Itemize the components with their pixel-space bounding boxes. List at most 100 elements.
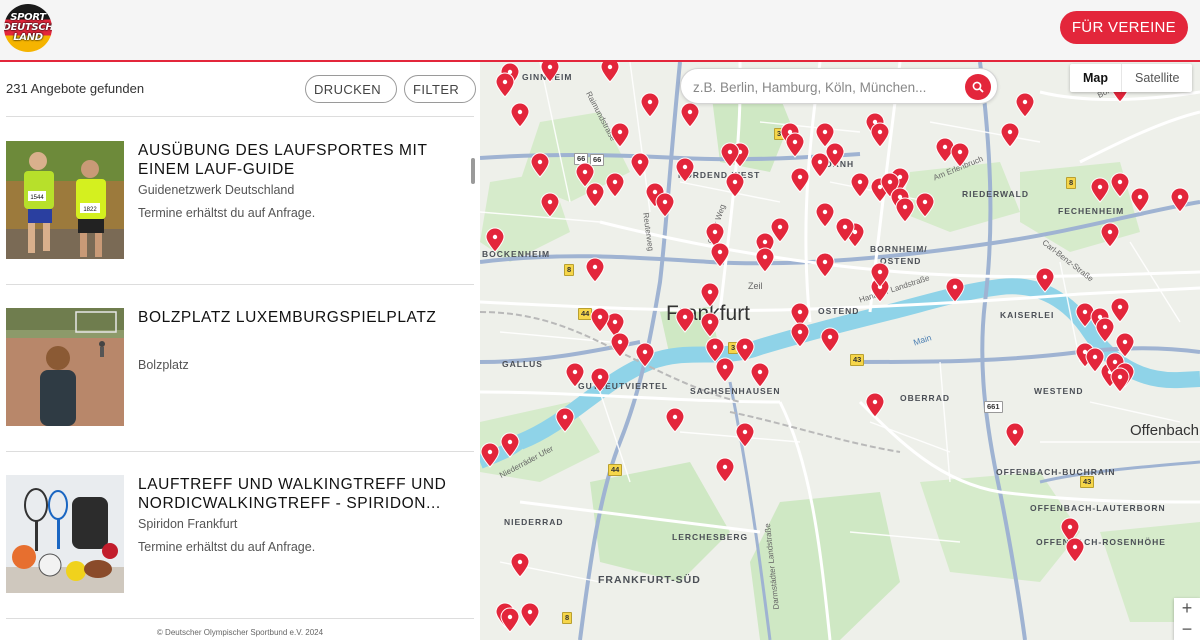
- logo-text: SPORT DEUTSCH LAND: [4, 12, 52, 43]
- location-pin[interactable]: [814, 202, 836, 228]
- search-button[interactable]: [965, 74, 991, 100]
- item-note: Bolzplatz: [138, 358, 189, 372]
- location-pin[interactable]: [814, 252, 836, 278]
- location-pin[interactable]: [714, 457, 736, 483]
- location-pin[interactable]: [629, 152, 651, 178]
- filter-button[interactable]: FILTER: [404, 75, 476, 103]
- location-pin[interactable]: [480, 442, 501, 468]
- location-pin[interactable]: [864, 392, 886, 418]
- location-pin[interactable]: [664, 407, 686, 433]
- location-pin[interactable]: [1109, 172, 1131, 198]
- location-pin[interactable]: [494, 72, 516, 98]
- map-label-fechenheim: FECHENHEIM: [1058, 206, 1125, 216]
- location-pin[interactable]: [769, 217, 791, 243]
- location-pin[interactable]: [869, 262, 891, 288]
- location-pin[interactable]: [609, 332, 631, 358]
- location-pin[interactable]: [1034, 267, 1056, 293]
- location-pin[interactable]: [679, 102, 701, 128]
- location-pin[interactable]: [1089, 177, 1111, 203]
- location-pin[interactable]: [1014, 92, 1036, 118]
- location-pin[interactable]: [824, 142, 846, 168]
- location-pin[interactable]: [554, 407, 576, 433]
- location-pin[interactable]: [509, 552, 531, 578]
- location-pin[interactable]: [734, 422, 756, 448]
- location-pin[interactable]: [539, 62, 561, 83]
- location-pin[interactable]: [834, 217, 856, 243]
- location-pin[interactable]: [869, 122, 891, 148]
- map-label-riederwald: RIEDERWALD: [962, 189, 1029, 199]
- zoom-out-button[interactable]: −: [1174, 619, 1200, 640]
- location-pin[interactable]: [599, 62, 621, 83]
- item-title[interactable]: AUSÜBUNG DES LAUFSPORTES MIT EINEM LAUF-…: [138, 141, 458, 179]
- result-count: 231 Angebote gefunden: [6, 81, 145, 96]
- location-pin[interactable]: [789, 322, 811, 348]
- location-pin[interactable]: [499, 432, 521, 458]
- list-item[interactable]: 1544 1822 AUSÜBUNG DES LAUFSPORTES MIT E…: [6, 116, 474, 284]
- location-pin[interactable]: [674, 307, 696, 333]
- location-pin[interactable]: [1109, 367, 1131, 393]
- location-pin[interactable]: [674, 157, 696, 183]
- location-pin[interactable]: [849, 172, 871, 198]
- location-pin[interactable]: [784, 132, 806, 158]
- location-pin[interactable]: [789, 167, 811, 193]
- map-label-oberrad: OBERRAD: [900, 393, 950, 403]
- list-item[interactable]: BOLZPLATZ LUXEMBURGSPIELPLATZ Bolzplatz: [6, 284, 474, 451]
- location-pin[interactable]: [499, 607, 521, 633]
- item-title[interactable]: BOLZPLATZ LUXEMBURGSPIELPLATZ: [138, 308, 458, 327]
- location-pin[interactable]: [819, 327, 841, 353]
- location-pin[interactable]: [529, 152, 551, 178]
- map-view[interactable]: GINNHEIM NORDEND-WEST BORNHEIM/ OSTEND B…: [480, 62, 1200, 640]
- location-pin[interactable]: [604, 172, 626, 198]
- location-pin[interactable]: [754, 247, 776, 273]
- location-pin[interactable]: [699, 282, 721, 308]
- location-pin[interactable]: [914, 192, 936, 218]
- bib-number-2: 1822: [83, 207, 97, 213]
- location-pin[interactable]: [1169, 187, 1191, 213]
- fuer-vereine-button[interactable]: FÜR VEREINE: [1059, 11, 1188, 44]
- location-pin[interactable]: [999, 122, 1021, 148]
- location-pin[interactable]: [584, 257, 606, 283]
- print-button[interactable]: DRUCKEN: [305, 75, 397, 103]
- location-pin[interactable]: [699, 312, 721, 338]
- location-pin[interactable]: [564, 362, 586, 388]
- location-pin[interactable]: [589, 367, 611, 393]
- list-item[interactable]: LAUFTREFF UND WALKINGTREFF UND NORDICWAL…: [6, 451, 474, 618]
- location-pin[interactable]: [709, 242, 731, 268]
- location-pin[interactable]: [584, 182, 606, 208]
- location-pin[interactable]: [1004, 422, 1026, 448]
- location-pin[interactable]: [734, 337, 756, 363]
- location-pin[interactable]: [1129, 187, 1151, 213]
- map-label-gallus: GALLUS: [502, 359, 543, 369]
- map-label-kaiserlei: KAISERLEI: [1000, 310, 1055, 320]
- location-pin[interactable]: [509, 102, 531, 128]
- location-pin[interactable]: [1099, 222, 1121, 248]
- location-pin[interactable]: [724, 172, 746, 198]
- site-header: SPORT DEUTSCH LAND FÜR VEREINE: [0, 0, 1200, 62]
- location-pin[interactable]: [714, 357, 736, 383]
- location-pin[interactable]: [749, 362, 771, 388]
- location-pin[interactable]: [1064, 537, 1086, 563]
- map-type-satellite[interactable]: Satellite: [1122, 64, 1192, 92]
- location-pin[interactable]: [894, 197, 916, 223]
- item-title[interactable]: LAUFTREFF UND WALKINGTREFF UND NORDICWAL…: [138, 475, 458, 513]
- location-pin[interactable]: [519, 602, 541, 628]
- location-pin[interactable]: [719, 142, 741, 168]
- location-pin[interactable]: [634, 342, 656, 368]
- location-search-input[interactable]: [693, 77, 955, 97]
- location-pin[interactable]: [944, 277, 966, 303]
- sportdeutschland-logo[interactable]: SPORT DEUTSCH LAND: [4, 4, 52, 52]
- map-label-westend: WESTEND: [1034, 386, 1084, 396]
- list-divider: [6, 618, 474, 621]
- location-pin[interactable]: [609, 122, 631, 148]
- location-pin[interactable]: [949, 142, 971, 168]
- road-shield: 43: [850, 354, 865, 366]
- location-pin[interactable]: [654, 192, 676, 218]
- location-pin[interactable]: [484, 227, 506, 253]
- location-pin[interactable]: [589, 307, 611, 333]
- location-pin[interactable]: [539, 192, 561, 218]
- location-pin[interactable]: [639, 92, 661, 118]
- zoom-in-button[interactable]: +: [1174, 598, 1200, 619]
- map-type-map[interactable]: Map: [1070, 64, 1122, 92]
- search-icon: [972, 81, 984, 93]
- location-pin[interactable]: [1109, 297, 1131, 323]
